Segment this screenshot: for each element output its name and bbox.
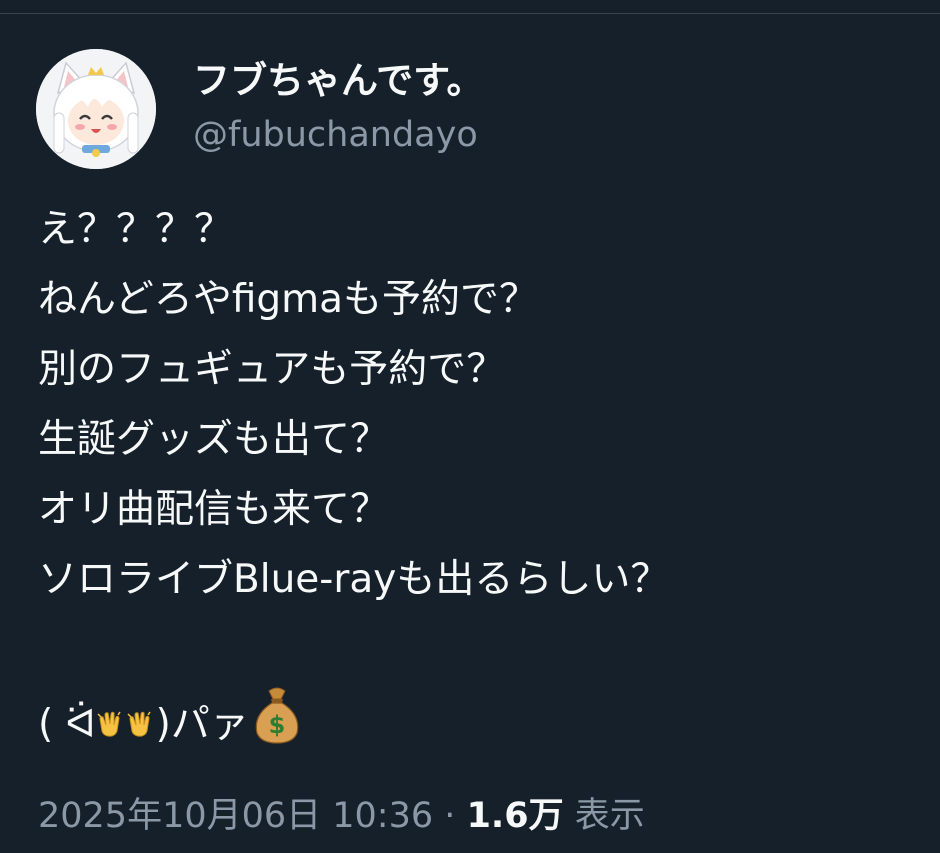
tweet-line: 生誕グッズも出て？: [38, 417, 390, 462]
tweet-timestamp[interactable]: 2025年10月06日 10:36: [38, 796, 433, 836]
avatar-white-fox-girl-icon: [36, 49, 156, 169]
tweet-line: え？？？？: [38, 207, 234, 252]
clapping-hands-icon: [126, 692, 156, 762]
views-label: 表示: [574, 796, 645, 836]
views-count[interactable]: 1.6万: [467, 796, 564, 836]
tweet-meta: 2025年10月06日 10:36 · 1.6万 表示: [38, 792, 645, 840]
top-divider: [0, 13, 940, 14]
tweet-line: 別のフュギュアも予約で？: [38, 347, 506, 392]
tweet-line: ねんどろやfigmaも予約で？: [38, 277, 539, 322]
meta-separator: ·: [444, 796, 456, 836]
author-display-name[interactable]: フブちゃんです。: [193, 56, 483, 106]
author-handle[interactable]: @fubuchandayo: [193, 112, 478, 158]
tweet-line: ソロライブBlue-rayも出るらしい？: [38, 557, 670, 602]
money-bag-icon: $: [249, 685, 305, 768]
tweet-text: え？？？？ ねんどろやfigmaも予約で？ 別のフュギュアも予約で？ 生誕グッズ…: [38, 195, 918, 755]
svg-text:$: $: [268, 711, 285, 739]
kaomoji-close: )パァ: [155, 702, 249, 747]
kaomoji-open: ( ᐛ: [38, 702, 96, 747]
clapping-hands-icon: [96, 692, 126, 762]
tweet-line: オリ曲配信も来て？: [38, 487, 390, 532]
kaomoji-line: ( ᐛ )パァ $: [38, 685, 918, 755]
avatar[interactable]: [36, 49, 156, 169]
